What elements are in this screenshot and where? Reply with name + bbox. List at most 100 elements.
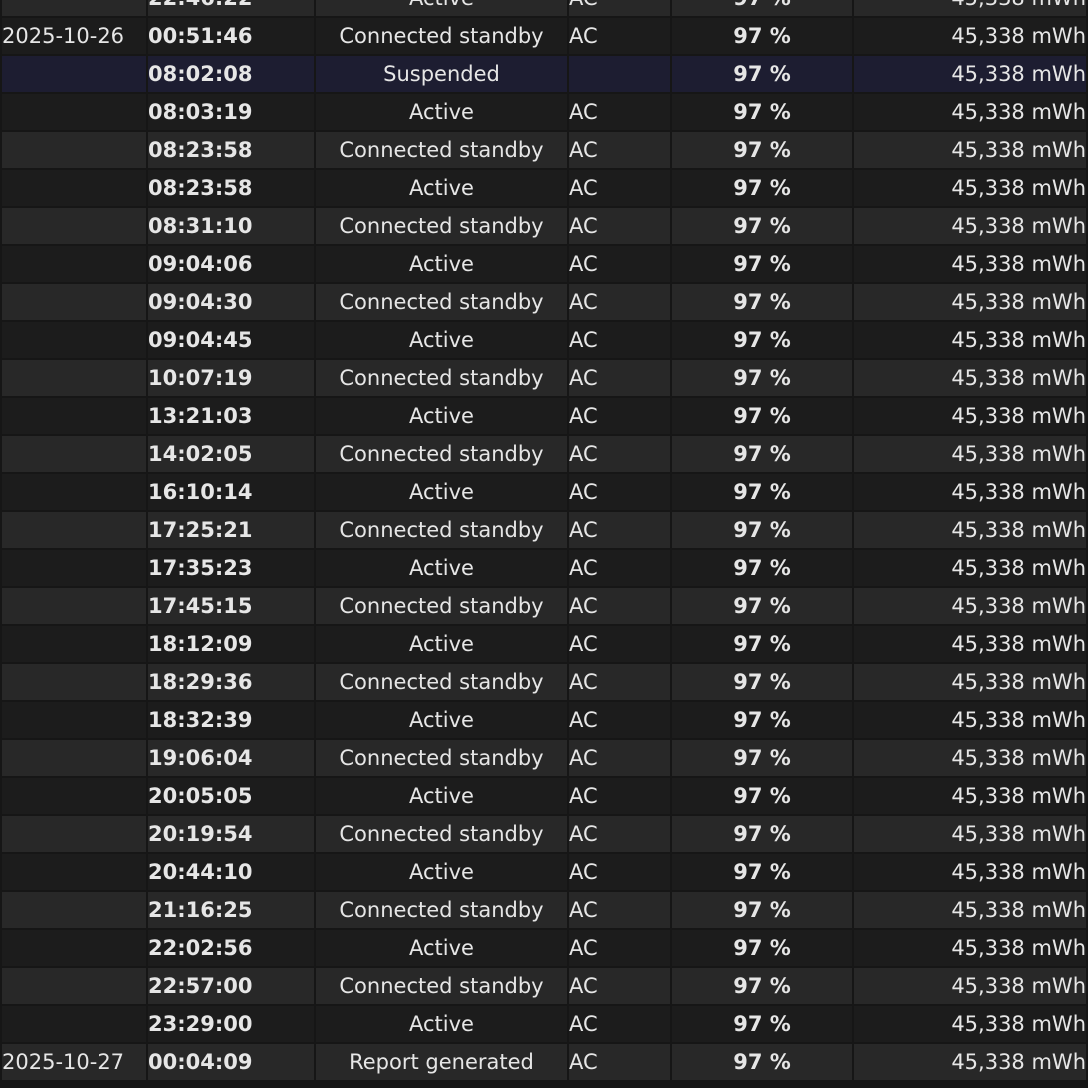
usage-date-cell xyxy=(2,968,146,1004)
usage-source-cell: AC xyxy=(569,854,670,890)
usage-source-cell xyxy=(569,56,670,92)
usage-percent-cell: 97 % xyxy=(672,550,852,586)
usage-date-cell xyxy=(2,322,146,358)
usage-percent-cell: 97 % xyxy=(672,360,852,396)
usage-state-cell: Active xyxy=(316,474,567,510)
usage-time-cell: 00:51:46 xyxy=(148,18,314,54)
usage-source-cell: AC xyxy=(569,208,670,244)
usage-capacity-cell: 45,338 mWh xyxy=(854,246,1086,282)
usage-date-cell xyxy=(2,626,146,662)
usage-source-cell: AC xyxy=(569,18,670,54)
usage-percent-cell: 97 % xyxy=(672,208,852,244)
usage-source-cell: AC xyxy=(569,284,670,320)
usage-table-body: 22:46:22ActiveAC97 %45,338 mWh2025-10-26… xyxy=(2,0,1086,1080)
usage-source-cell: AC xyxy=(569,170,670,206)
usage-percent-cell: 97 % xyxy=(672,930,852,966)
usage-capacity-cell: 45,338 mWh xyxy=(854,170,1086,206)
usage-capacity-cell: 45,338 mWh xyxy=(854,664,1086,700)
usage-date-cell xyxy=(2,170,146,206)
battery-usage-report: 22:46:22ActiveAC97 %45,338 mWh2025-10-26… xyxy=(0,0,1088,1082)
table-row: 18:29:36 Connected standby AC 97 % 45,338 mW… xyxy=(2,664,1086,700)
usage-percent-cell: 97 % xyxy=(672,284,852,320)
usage-date-cell xyxy=(2,778,146,814)
usage-state-cell: Connected standby xyxy=(316,208,567,244)
usage-source-cell: AC xyxy=(569,436,670,472)
table-row: 20:19:54 Connected standby AC 97 % 45,338 mW… xyxy=(2,816,1086,852)
usage-state-cell: Active xyxy=(316,626,567,662)
usage-state-cell: Active xyxy=(316,1006,567,1042)
usage-capacity-cell: 45,338 mWh xyxy=(854,18,1086,54)
table-row: 13:21:03 Active AC 97 % 45,338 mWh xyxy=(2,398,1086,434)
usage-source-cell: AC xyxy=(569,1006,670,1042)
usage-state-cell: Active xyxy=(316,322,567,358)
usage-time-cell: 08:02:08 xyxy=(148,56,314,92)
usage-date-cell xyxy=(2,1006,146,1042)
usage-capacity-cell: 45,338 mWh xyxy=(854,1006,1086,1042)
usage-source-cell: AC xyxy=(569,816,670,852)
usage-date-cell xyxy=(2,664,146,700)
usage-state-cell: Active xyxy=(316,94,567,130)
usage-source-cell: AC xyxy=(569,512,670,548)
table-row: 20:05:05 Active AC 97 % 45,338 mWh xyxy=(2,778,1086,814)
usage-date-cell xyxy=(2,588,146,624)
usage-capacity-cell: 45,338 mWh xyxy=(854,512,1086,548)
usage-percent-cell: 97 % xyxy=(672,854,852,890)
table-row: 17:25:21 Connected standby AC 97 % 45,338 mW… xyxy=(2,512,1086,548)
usage-time-cell: 16:10:14 xyxy=(148,474,314,510)
usage-state-cell: Active xyxy=(316,778,567,814)
usage-capacity-cell: 45,338 mWh xyxy=(854,588,1086,624)
usage-time-cell: 19:06:04 xyxy=(148,740,314,776)
table-row: 08:23:58 Active AC 97 % 45,338 mWh xyxy=(2,170,1086,206)
usage-state-cell: Active xyxy=(316,854,567,890)
usage-percent-cell: 97 % xyxy=(672,1044,852,1080)
usage-capacity-cell: 45,338 mWh xyxy=(854,778,1086,814)
usage-time-cell: 22:46:22 xyxy=(148,0,314,16)
usage-percent-cell: 97 % xyxy=(672,664,852,700)
usage-state-cell: Active xyxy=(316,246,567,282)
usage-capacity-cell: 45,338 mWh xyxy=(854,702,1086,738)
usage-percent-cell: 97 % xyxy=(672,740,852,776)
usage-time-cell: 21:16:25 xyxy=(148,892,314,928)
table-row: 09:04:30 Connected standby AC 97 % 45,338 mW… xyxy=(2,284,1086,320)
usage-date-cell xyxy=(2,854,146,890)
usage-state-cell: Connected standby xyxy=(316,18,567,54)
usage-percent-cell: 97 % xyxy=(672,398,852,434)
usage-percent-cell: 97 % xyxy=(672,778,852,814)
usage-percent-cell: 97 % xyxy=(672,132,852,168)
usage-state-cell: Active xyxy=(316,702,567,738)
usage-time-cell: 17:35:23 xyxy=(148,550,314,586)
usage-date-cell xyxy=(2,284,146,320)
usage-source-cell: AC xyxy=(569,550,670,586)
usage-capacity-cell: 45,338 mWh xyxy=(854,474,1086,510)
usage-capacity-cell: 45,338 mWh xyxy=(854,436,1086,472)
usage-time-cell: 23:29:00 xyxy=(148,1006,314,1042)
usage-percent-cell: 97 % xyxy=(672,588,852,624)
table-row: 16:10:14 Active AC 97 % 45,338 mWh xyxy=(2,474,1086,510)
usage-time-cell: 20:19:54 xyxy=(148,816,314,852)
usage-date-cell: 2025-10-26 xyxy=(2,18,146,54)
usage-source-cell: AC xyxy=(569,588,670,624)
usage-time-cell: 17:25:21 xyxy=(148,512,314,548)
table-row: 09:04:06 Active AC 97 % 45,338 mWh xyxy=(2,246,1086,282)
usage-date-cell xyxy=(2,930,146,966)
table-row: 22:57:00 Connected standby AC 97 % 45,338 mW… xyxy=(2,968,1086,1004)
usage-capacity-cell: 45,338 mWh xyxy=(854,550,1086,586)
usage-percent-cell: 97 % xyxy=(672,56,852,92)
table-row: 09:04:45 Active AC 97 % 45,338 mWh xyxy=(2,322,1086,358)
usage-state-cell: Connected standby xyxy=(316,588,567,624)
usage-time-cell: 20:44:10 xyxy=(148,854,314,890)
usage-capacity-cell: 45,338 mWh xyxy=(854,968,1086,1004)
usage-time-cell: 22:02:56 xyxy=(148,930,314,966)
usage-capacity-cell: 45,338 mWh xyxy=(854,0,1086,16)
usage-date-cell xyxy=(2,0,146,16)
usage-source-cell: AC xyxy=(569,0,670,16)
usage-state-cell: Suspended xyxy=(316,56,567,92)
usage-capacity-cell: 45,338 mWh xyxy=(854,94,1086,130)
usage-percent-cell: 97 % xyxy=(672,170,852,206)
usage-percent-cell: 97 % xyxy=(672,816,852,852)
usage-time-cell: 14:02:05 xyxy=(148,436,314,472)
usage-capacity-cell: 45,338 mWh xyxy=(854,322,1086,358)
usage-source-cell: AC xyxy=(569,664,670,700)
table-row: 08:23:58 Connected standby AC 97 % 45,338 mW… xyxy=(2,132,1086,168)
usage-source-cell: AC xyxy=(569,740,670,776)
